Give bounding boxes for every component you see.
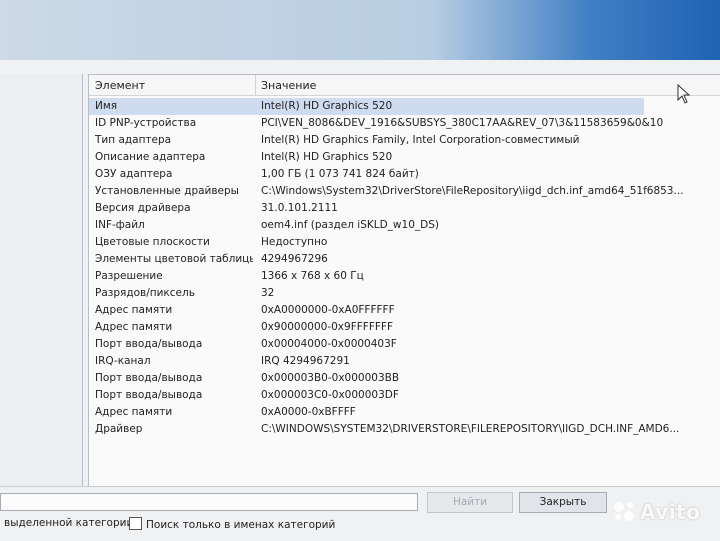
column-header-value[interactable]: Значение [261, 79, 316, 92]
search-input[interactable] [0, 493, 418, 511]
row-element-name: Версия драйвера [95, 202, 191, 214]
row-element-value: C:\WINDOWS\SYSTEM32\DRIVERSTORE\FILEREPO… [261, 423, 680, 435]
row-element-name: Адрес памяти [95, 304, 173, 316]
table-row[interactable]: Тип адаптера Intel(R) HD Graphics Family,… [89, 133, 720, 150]
details-list[interactable]: Элемент Значение Имя Intel(R) HD Graphics… [88, 74, 720, 487]
avito-logo-icon [612, 500, 636, 527]
table-row[interactable]: Адрес памяти 0x90000000-0x9FFFFFFF [89, 320, 720, 337]
row-element-value: 1366 x 768 x 60 Гц [261, 270, 364, 282]
row-element-name: INF-файл [95, 219, 145, 231]
row-element-name: ID PNP-устройства [95, 117, 197, 129]
row-element-value: Intel(R) HD Graphics 520 [261, 151, 393, 163]
row-element-value: 0x90000000-0x9FFFFFFF [261, 321, 393, 333]
row-element-name: Порт ввода/вывода [95, 338, 203, 350]
avito-watermark: Avito [612, 500, 700, 527]
row-element-name: Разрядов/пиксель [95, 287, 195, 299]
row-element-name: Адрес памяти [95, 321, 173, 333]
row-element-value: oem4.inf (раздел iSKLD_w10_DS) [261, 219, 439, 231]
row-element-value: 0xA0000-0xBFFFF [261, 406, 356, 418]
close-button[interactable]: Закрыть [519, 492, 607, 513]
row-element-name: ОЗУ адаптера [95, 168, 173, 180]
table-row[interactable]: Версия драйвера 31.0.101.2111 [89, 201, 720, 218]
row-element-name: Имя [95, 100, 118, 112]
row-element-value: 31.0.101.2111 [261, 202, 338, 214]
table-row[interactable]: Порт ввода/вывода 0x000003C0-0x000003DF [89, 388, 720, 405]
category-tree-panel[interactable] [0, 74, 83, 540]
row-element-value: Intel(R) HD Graphics 520 [261, 100, 393, 112]
row-element-name: Порт ввода/вывода [95, 389, 203, 401]
row-element-value: Недоступно [261, 236, 328, 248]
column-divider[interactable] [255, 75, 256, 95]
row-element-value: Intel(R) HD Graphics Family, Intel Corpo… [261, 134, 580, 146]
find-button[interactable]: Найти [427, 492, 513, 513]
system-information-window: Элемент Значение Имя Intel(R) HD Graphics… [0, 60, 720, 541]
table-row[interactable]: Адрес памяти 0xA0000-0xBFFFF [89, 405, 720, 422]
row-element-name: Разрешение [95, 270, 163, 282]
table-row[interactable]: Разрешение 1366 x 768 x 60 Гц [89, 269, 720, 286]
table-row[interactable]: Адрес памяти 0xA0000000-0xA0FFFFFF [89, 303, 720, 320]
table-row[interactable]: Порт ввода/вывода 0x00004000-0x0000403F [89, 337, 720, 354]
row-element-name: Установленные драйверы [95, 185, 239, 197]
row-element-name: Цветовые плоскости [95, 236, 210, 248]
search-category-names-label: Поиск только в именах категорий [146, 519, 336, 531]
column-header-element[interactable]: Элемент [95, 79, 145, 92]
avito-watermark-text: Avito [640, 500, 701, 524]
row-element-value: 1,00 ГБ (1 073 741 824 байт) [261, 168, 419, 180]
search-selected-category-label: выделенной категории [4, 517, 134, 529]
table-row[interactable]: Установленные драйверы C:\Windows\System3… [89, 184, 720, 201]
table-row[interactable]: ID PNP-устройства PCI\VEN_8086&DEV_1916&S… [89, 116, 720, 133]
search-category-names-option[interactable]: Поиск только в именах категорий [129, 517, 335, 531]
table-row[interactable]: Порт ввода/вывода 0x000003B0-0x000003BB [89, 371, 720, 388]
desktop-background [0, 0, 720, 62]
table-row[interactable]: Имя Intel(R) HD Graphics 520 [89, 98, 720, 116]
row-element-value: 0x000003B0-0x000003BB [261, 372, 400, 384]
row-element-name: Элементы цветовой таблицы [95, 253, 253, 265]
row-element-name: Порт ввода/вывода [95, 372, 203, 384]
row-element-name: Описание адаптера [95, 151, 206, 163]
table-row[interactable]: INF-файл oem4.inf (раздел iSKLD_w10_DS) [89, 218, 720, 235]
row-element-value: IRQ 4294967291 [261, 355, 350, 367]
table-row[interactable]: Элементы цветовой таблицы 4294967296 [89, 252, 720, 269]
search-selected-category-option[interactable]: выделенной категории [4, 517, 133, 529]
row-element-value: C:\Windows\System32\DriverStore\FileRepo… [261, 185, 684, 197]
row-element-name: IRQ-канал [95, 355, 151, 367]
table-row[interactable]: ОЗУ адаптера 1,00 ГБ (1 073 741 824 байт) [89, 167, 720, 184]
list-header: Элемент Значение [89, 75, 720, 96]
row-element-value: 32 [261, 287, 275, 299]
row-element-value: 0x000003C0-0x000003DF [261, 389, 399, 401]
row-element-name: Драйвер [95, 423, 143, 435]
table-row[interactable]: Описание адаптера Intel(R) HD Graphics 52… [89, 150, 720, 167]
list-rows: Имя Intel(R) HD Graphics 520 ID PNP-устрой… [89, 98, 720, 439]
row-element-value: 4294967296 [261, 253, 328, 265]
row-element-value: PCI\VEN_8086&DEV_1916&SUBSYS_380C17AA&RE… [261, 117, 664, 129]
table-row[interactable]: Разрядов/пиксель 32 [89, 286, 720, 303]
row-element-name: Адрес памяти [95, 406, 173, 418]
row-element-name: Тип адаптера [95, 134, 172, 146]
table-row[interactable]: IRQ-канал IRQ 4294967291 [89, 354, 720, 371]
category-names-checkbox[interactable] [129, 517, 142, 530]
row-element-value: 0x00004000-0x0000403F [261, 338, 397, 350]
row-element-value: 0xA0000000-0xA0FFFFFF [261, 304, 395, 316]
table-row[interactable]: Драйвер C:\WINDOWS\SYSTEM32\DRIVERSTORE\F… [89, 422, 720, 439]
table-row[interactable]: Цветовые плоскости Недоступно [89, 235, 720, 252]
